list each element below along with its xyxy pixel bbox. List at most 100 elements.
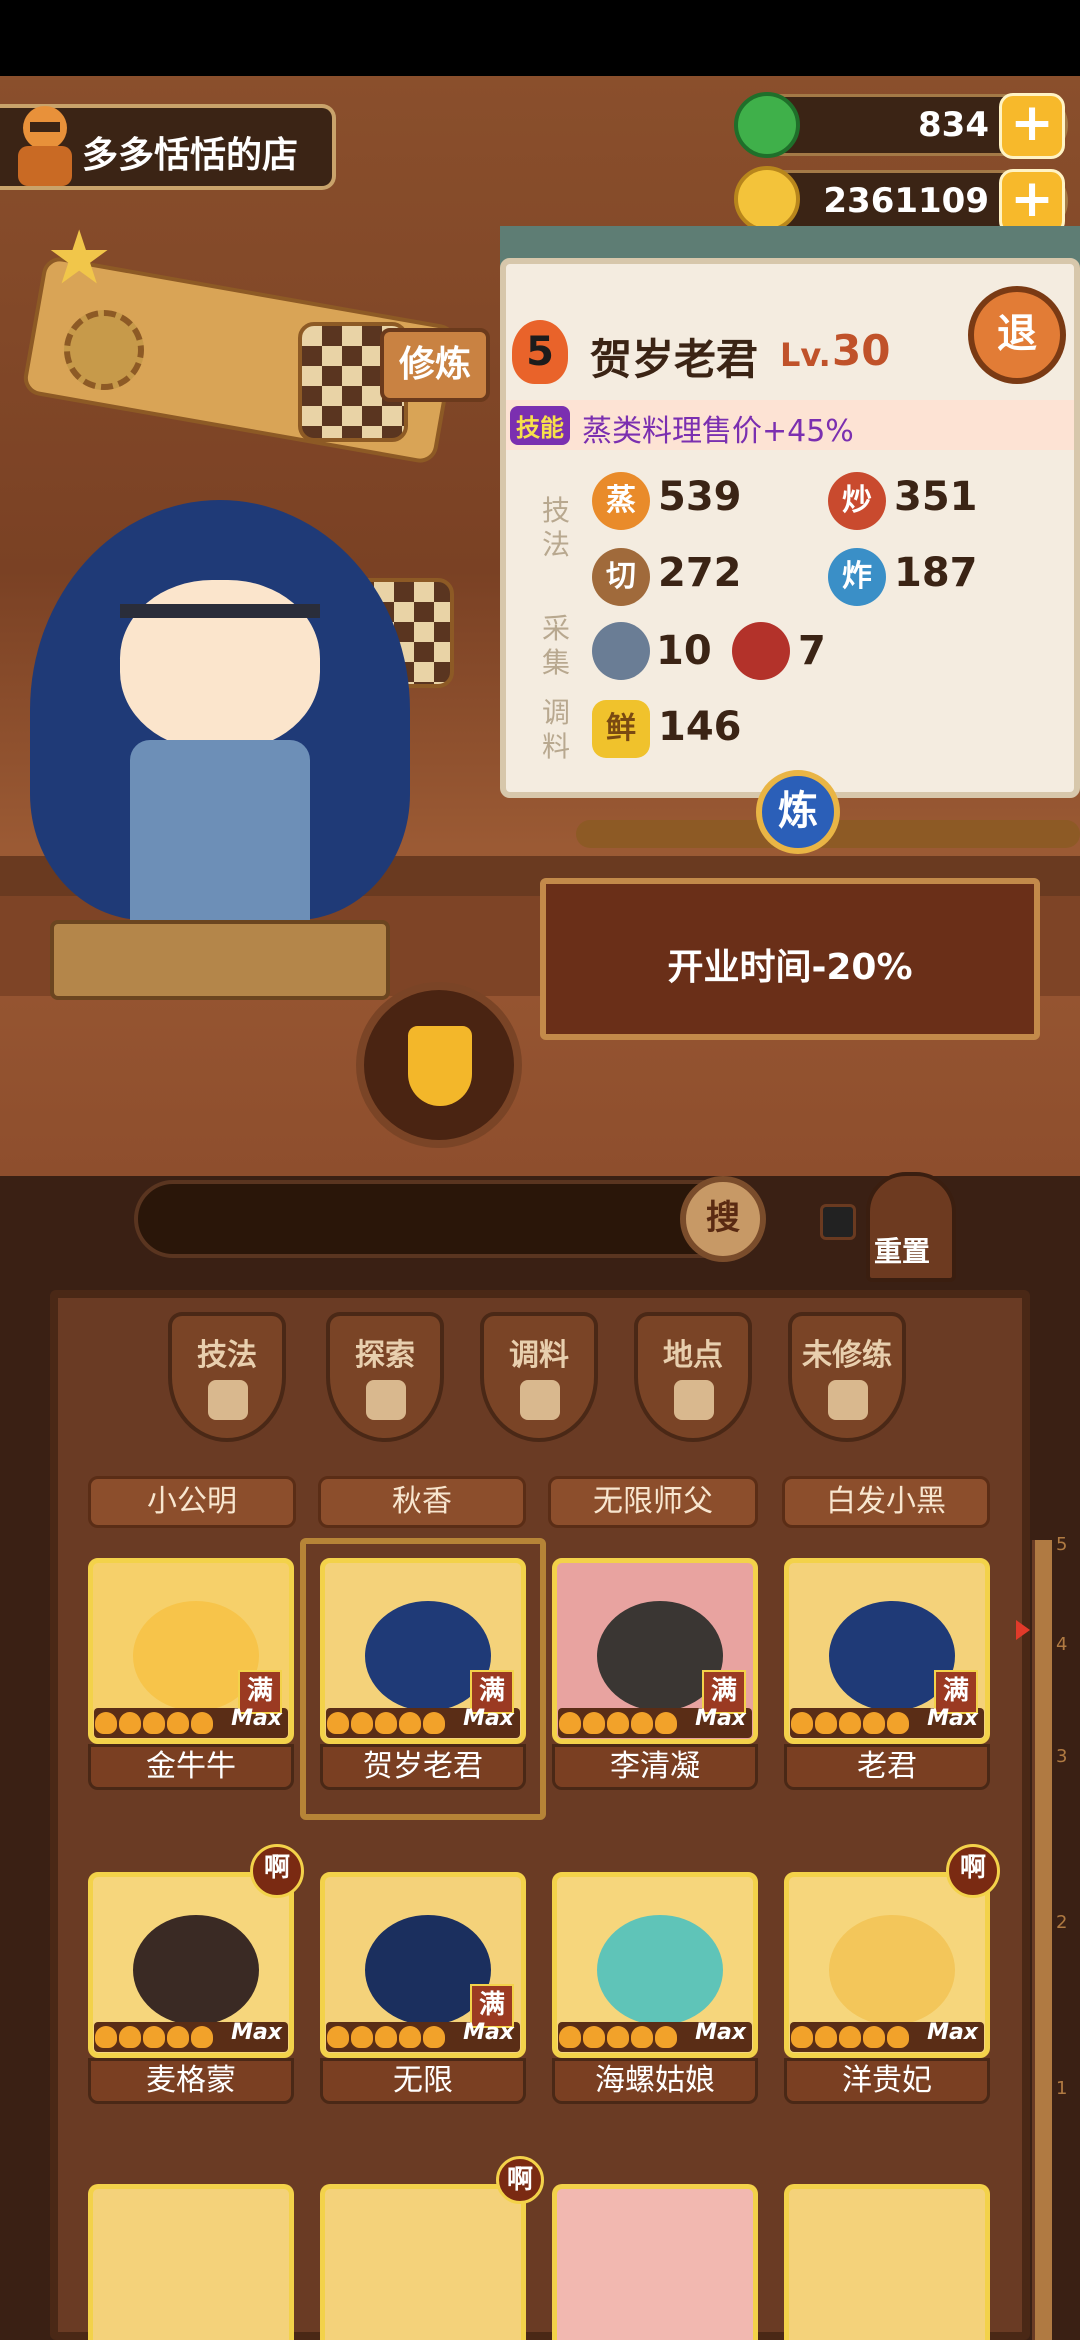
jade-icon	[734, 92, 800, 158]
scroll-ruler[interactable]	[1032, 1540, 1052, 2340]
chef-name: 贺岁老君	[590, 335, 759, 384]
search-button[interactable]: 搜	[680, 1176, 766, 1262]
spatula-icon	[208, 1380, 248, 1420]
selection-frame	[300, 1538, 546, 1820]
status-bar	[0, 0, 1080, 76]
search-input[interactable]	[134, 1180, 754, 1258]
cut-value: 272	[658, 550, 742, 596]
add-jade-button[interactable]: +	[999, 93, 1065, 159]
ruler-mark: 4	[1056, 1634, 1068, 1655]
chef-card-partial[interactable]	[88, 2184, 294, 2340]
max-label: Max	[927, 2020, 978, 2045]
name-chip[interactable]: 无限师父	[548, 1476, 758, 1528]
exit-label: 退	[997, 311, 1037, 357]
ruler-pointer-icon	[1016, 1620, 1030, 1640]
chef-card-partial[interactable]	[552, 2184, 758, 2340]
meat-icon	[732, 622, 790, 680]
fish-value: 10	[656, 628, 712, 674]
umami-value: 146	[658, 704, 742, 750]
skill-row: 技能 蒸类料理售价+45%	[506, 400, 1074, 450]
shop-owner-icon[interactable]	[8, 98, 82, 190]
ruler-mark: 3	[1056, 1746, 1068, 1767]
filter-label: 未修练	[802, 1338, 892, 1373]
ruler-mark: 2	[1056, 1912, 1068, 1933]
reset-label: 重置	[874, 1235, 931, 1268]
max-label: Max	[231, 2020, 282, 2045]
name-chip[interactable]: 秋香	[318, 1476, 526, 1528]
bottle-icon	[520, 1380, 560, 1420]
training-sign-label: 修炼	[398, 344, 471, 385]
season-side-label: 调料	[541, 696, 570, 763]
max-label: Max	[463, 2020, 514, 2045]
chef-card-partial[interactable]	[784, 2184, 990, 2340]
skill-tag: 技能	[510, 406, 570, 445]
rank-badge: 5	[512, 320, 568, 384]
chef-card-name: 洋贵妃	[784, 2058, 990, 2104]
max-label: Max	[231, 1706, 282, 1731]
max-label: Max	[695, 1706, 746, 1731]
storage-box-icon[interactable]	[820, 1204, 856, 1240]
chef-card[interactable]: 满 Max 老君	[784, 1558, 990, 1790]
max-label: Max	[927, 1706, 978, 1731]
chef-card[interactable]: Max 海螺姑娘	[552, 1872, 758, 2104]
filter-location[interactable]: 地点	[634, 1312, 752, 1442]
filter-explore[interactable]: 探索	[326, 1312, 444, 1442]
level-value: 30	[832, 326, 891, 375]
fry-badge-icon: 炸	[828, 548, 886, 606]
filter-untrained[interactable]: 未修练	[788, 1312, 906, 1442]
name-chip[interactable]: 白发小黑	[782, 1476, 990, 1528]
chef-card-partial[interactable]	[320, 2184, 526, 2340]
umami-badge-icon: 鲜	[592, 700, 650, 758]
stir-fry-value: 351	[894, 474, 978, 520]
exit-button[interactable]: 退	[968, 286, 1066, 384]
chef-card-name: 李清凝	[552, 1744, 758, 1790]
gear-icon	[64, 310, 144, 390]
rank-value: 5	[526, 329, 554, 375]
chef-card[interactable]: Max 麦格蒙 啊	[88, 1844, 304, 2104]
coin-icon	[734, 166, 800, 232]
reset-button[interactable]: 重置	[866, 1172, 956, 1282]
chef-character	[10, 500, 430, 1020]
chef-card-name: 麦格蒙	[88, 2058, 294, 2104]
filter-technique[interactable]: 技法	[168, 1312, 286, 1442]
refine-button[interactable]: 炼	[756, 770, 840, 854]
fish-icon	[592, 622, 650, 680]
refine-effect-text: 开业时间-20%	[667, 947, 913, 988]
scroll-medal-icon[interactable]	[356, 982, 522, 1148]
search-label: 搜	[706, 1198, 740, 1238]
chef-card[interactable]: 满 Max 无限	[320, 1872, 526, 2104]
chef-card-name: 金牛牛	[88, 1744, 294, 1790]
filter-label: 探索	[355, 1338, 415, 1373]
speech-badge-icon: 啊	[250, 1844, 304, 1898]
jade-value: 834	[918, 105, 989, 145]
meat-value: 7	[798, 628, 826, 674]
name-chip[interactable]: 小公明	[88, 1476, 296, 1528]
scroll-icon	[828, 1380, 868, 1420]
chef-card-name: 海螺姑娘	[552, 2058, 758, 2104]
shop-name: 多多恬恬的店	[82, 135, 299, 176]
chef-card-name: 老君	[784, 1744, 990, 1790]
refine-label: 炼	[778, 788, 818, 834]
technique-side-label: 技法	[541, 494, 570, 561]
coin-value: 2361109	[823, 181, 989, 221]
shovel-icon	[366, 1380, 406, 1420]
chef-card[interactable]: Max 洋贵妃 啊	[784, 1844, 1000, 2104]
chef-card-name: 无限	[320, 2058, 526, 2104]
gather-side-label: 采集	[541, 612, 570, 679]
filter-label: 技法	[197, 1338, 257, 1373]
filter-label: 调料	[509, 1338, 569, 1373]
stir-fry-badge-icon: 炒	[828, 472, 886, 530]
steam-badge-icon: 蒸	[592, 472, 650, 530]
ruler-mark: 5	[1056, 1534, 1068, 1555]
filter-seasoning[interactable]: 调料	[480, 1312, 598, 1442]
training-sign[interactable]: 修炼	[380, 328, 490, 402]
location-icon	[674, 1380, 714, 1420]
ruler-mark: 1	[1056, 2078, 1068, 2099]
star-icon: ★	[46, 215, 113, 301]
max-label: Max	[695, 2020, 746, 2045]
refine-effect-panel: 开业时间-20%	[540, 878, 1040, 1040]
chef-card[interactable]: 满 Max 李清凝	[552, 1558, 758, 1790]
level-prefix: Lv.	[780, 336, 831, 374]
chef-card[interactable]: 满 Max 金牛牛	[88, 1558, 294, 1790]
speech-badge-icon: 啊	[496, 2156, 544, 2204]
